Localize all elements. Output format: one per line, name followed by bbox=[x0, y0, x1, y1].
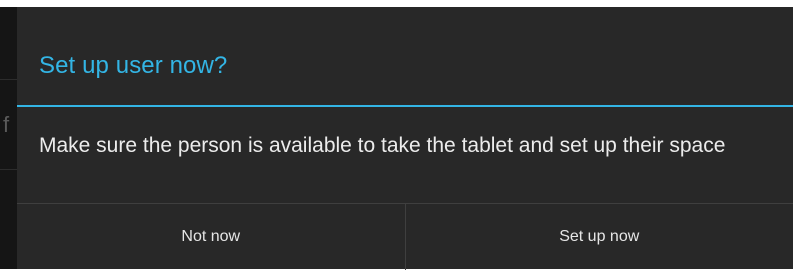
dialog-button-bar: Not now Set up now bbox=[17, 203, 793, 270]
background-divider bbox=[0, 169, 18, 170]
dialog-title: Set up user now? bbox=[39, 52, 228, 79]
screen: f Set up user now? Make sure the person … bbox=[0, 0, 793, 276]
background-divider bbox=[0, 79, 18, 80]
background-text-fragment: f bbox=[3, 112, 10, 137]
dialog-message: Make sure the person is available to tak… bbox=[39, 134, 726, 157]
not-now-button[interactable]: Not now bbox=[17, 204, 405, 270]
set-up-now-button[interactable]: Set up now bbox=[404, 204, 793, 270]
dialog-title-bar: Set up user now? bbox=[17, 7, 793, 107]
setup-user-dialog: Set up user now? Make sure the person is… bbox=[17, 7, 793, 270]
